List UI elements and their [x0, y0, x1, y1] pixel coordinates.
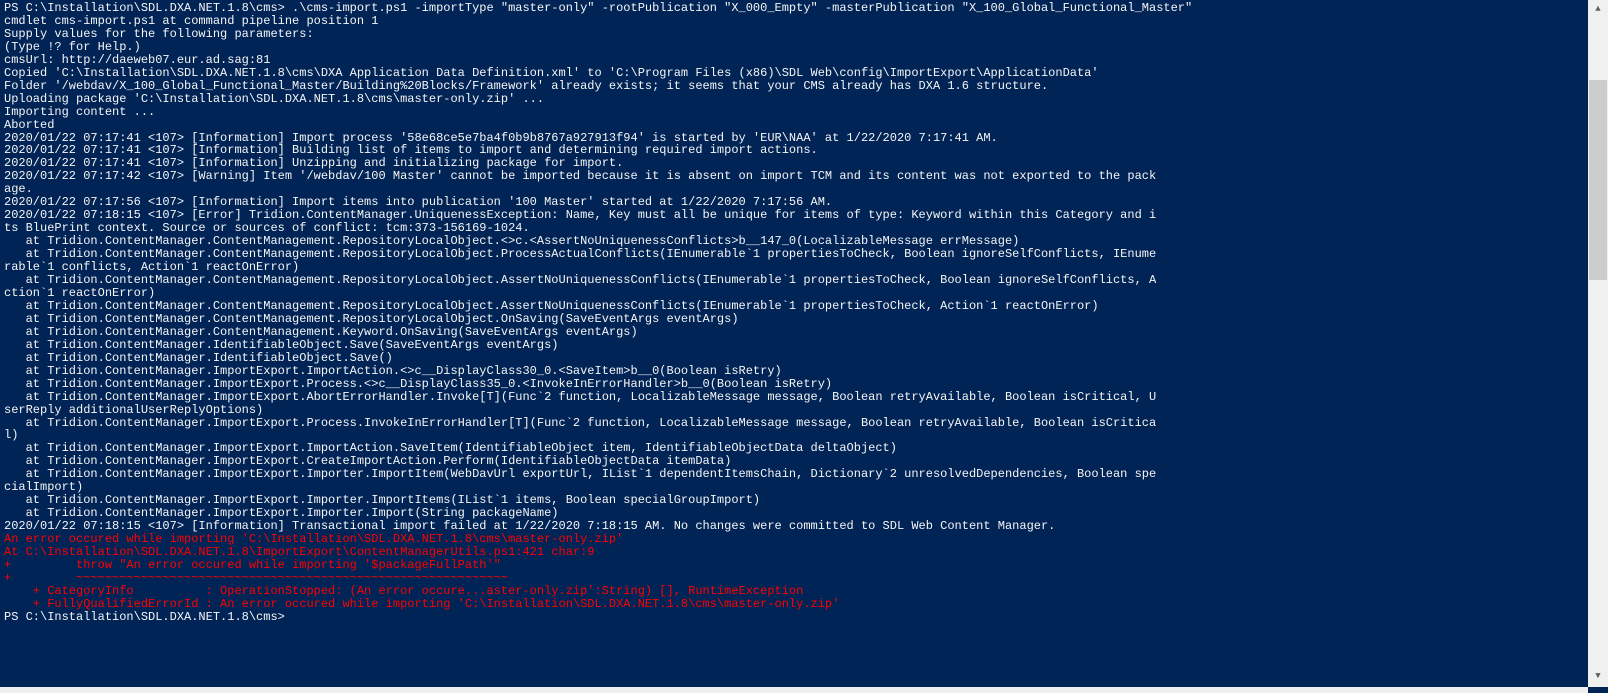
terminal-line: at Tridion.ContentManager.IdentifiableOb… [4, 352, 1584, 365]
terminal-line: at Tridion.ContentManager.ImportExport.I… [4, 468, 1584, 481]
terminal-line: + ~~~~~~~~~~~~~~~~~~~~~~~~~~~~~~~~~~~~~~… [4, 572, 1584, 585]
terminal-line: Uploading package 'C:\Installation\SDL.D… [4, 93, 1584, 106]
terminal-line: PS C:\Installation\SDL.DXA.NET.1.8\cms> … [4, 2, 1584, 15]
terminal-line: at Tridion.ContentManager.ImportExport.P… [4, 417, 1584, 430]
terminal-line: (Type !? for Help.) [4, 41, 1584, 54]
terminal-line: Aborted [4, 119, 1584, 132]
vertical-scrollbar[interactable]: ▲ ▼ [1588, 0, 1608, 687]
terminal-line: at Tridion.ContentManager.IdentifiableOb… [4, 339, 1584, 352]
chevron-up-icon: ▲ [1595, 5, 1600, 15]
terminal-line: cmdlet cms-import.ps1 at command pipelin… [4, 15, 1584, 28]
horizontal-scrollbar[interactable] [0, 687, 1588, 693]
powershell-terminal[interactable]: PS C:\Installation\SDL.DXA.NET.1.8\cms> … [0, 0, 1588, 687]
scroll-up-button[interactable]: ▲ [1588, 0, 1608, 20]
scroll-down-button[interactable]: ▼ [1588, 667, 1608, 687]
terminal-line: PS C:\Installation\SDL.DXA.NET.1.8\cms> [4, 611, 1584, 624]
scroll-thumb[interactable] [1589, 80, 1607, 280]
terminal-line: Importing content ... [4, 106, 1584, 119]
terminal-line: cmsUrl: http://daeweb07.eur.ad.sag:81 [4, 54, 1584, 67]
terminal-line: + FullyQualifiedErrorId : An error occur… [4, 598, 1584, 611]
terminal-line: + throw "An error occured while importin… [4, 559, 1584, 572]
terminal-line: at Tridion.ContentManager.ContentManagem… [4, 326, 1584, 339]
terminal-line: at Tridion.ContentManager.ContentManagem… [4, 313, 1584, 326]
terminal-line: Copied 'C:\Installation\SDL.DXA.NET.1.8\… [4, 67, 1584, 80]
terminal-line: at Tridion.ContentManager.ImportExport.I… [4, 365, 1584, 378]
terminal-line: at Tridion.ContentManager.ImportExport.P… [4, 378, 1584, 391]
chevron-down-icon: ▼ [1595, 672, 1600, 682]
terminal-line: serReply additionalUserReplyOptions) [4, 404, 1584, 417]
terminal-line: Supply values for the following paramete… [4, 28, 1584, 41]
terminal-line: 2020/01/22 07:17:42 <107> [Warning] Item… [4, 170, 1584, 183]
terminal-line: ction`1 reactOnError) [4, 287, 1584, 300]
terminal-line: at Tridion.ContentManager.ContentManagem… [4, 300, 1584, 313]
terminal-line: at Tridion.ContentManager.ImportExport.A… [4, 391, 1584, 404]
terminal-line: at Tridion.ContentManager.ContentManagem… [4, 274, 1584, 287]
terminal-line: Folder '/webdav/X_100_Global_Functional_… [4, 80, 1584, 93]
terminal-line: + CategoryInfo : OperationStopped: (An e… [4, 585, 1584, 598]
